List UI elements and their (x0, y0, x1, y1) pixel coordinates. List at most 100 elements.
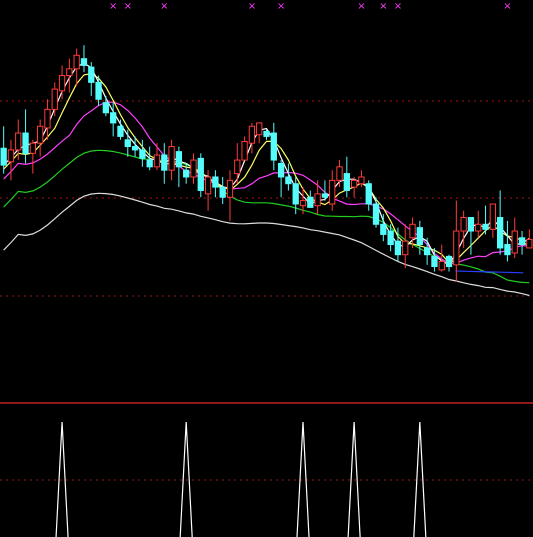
candle-37 (270, 122, 277, 171)
candle-14 (102, 95, 110, 117)
candle-body-41 (299, 200, 307, 207)
signal-marker-5: × (357, 1, 365, 12)
candle-5 (37, 119, 44, 157)
candle-body-10 (73, 54, 80, 70)
candle-body-47 (343, 173, 350, 191)
candle-body-15 (110, 112, 117, 124)
candle-body-55 (402, 240, 409, 256)
signal-marker-2: × (160, 1, 168, 12)
candle-body-52 (380, 223, 387, 235)
candle-body-20 (146, 159, 153, 168)
candle-body-70 (511, 230, 518, 254)
candle-33 (241, 136, 248, 161)
signal-marker-8: × (503, 1, 511, 12)
candle-body-69 (504, 244, 511, 256)
signal-marker-0: × (109, 1, 117, 12)
candle-65 (475, 210, 482, 238)
ma-long-line (3, 192, 530, 297)
candle-17 (124, 129, 131, 157)
candle-body-37 (270, 132, 277, 161)
candle-53 (387, 224, 394, 252)
candle-30 (219, 176, 226, 204)
candle-7 (51, 82, 58, 117)
candle-body-58 (423, 247, 431, 256)
candle-body-4 (29, 142, 37, 154)
candle-body-29 (212, 176, 219, 188)
chart-stage: × × × × × × × × × (0, 0, 533, 537)
candle-10 (73, 48, 80, 86)
candle-body-11 (80, 58, 88, 66)
candle-body-64 (467, 217, 475, 232)
candle-body-0 (0, 147, 7, 166)
candle-body-8 (58, 75, 66, 92)
candle-body-57 (416, 227, 423, 246)
candle-4 (29, 139, 37, 174)
signal-marker-3: × (248, 1, 256, 12)
candle-body-45 (329, 179, 336, 205)
candle-36 (263, 129, 270, 140)
candle-body-18 (131, 146, 139, 151)
candle-body-33 (241, 140, 248, 161)
candle-body-24 (175, 151, 183, 168)
candle-body-9 (66, 68, 73, 77)
candle-6 (44, 99, 51, 140)
candle-67 (489, 203, 496, 238)
candle-21 (153, 143, 161, 171)
candle-body-40 (292, 183, 299, 205)
candlestick-layer (0, 45, 533, 282)
candle-body-54 (394, 240, 402, 256)
candle-52 (380, 214, 387, 242)
candle-body-12 (88, 66, 95, 83)
candle-body-63 (460, 217, 467, 232)
candle-body-62 (453, 230, 460, 266)
candle-body-17 (124, 139, 131, 148)
candle-body-1 (7, 149, 15, 163)
candle-71 (518, 231, 526, 255)
candle-body-7 (51, 88, 58, 110)
candle-body-39 (285, 176, 292, 185)
candle-68 (496, 190, 504, 255)
candle-body-67 (489, 203, 496, 230)
candle-body-65 (475, 223, 482, 232)
signal-marker-4: × (277, 1, 285, 12)
candle-11 (80, 45, 88, 73)
candle-31 (226, 170, 234, 221)
candle-24 (175, 146, 183, 188)
candle-29 (212, 170, 219, 198)
candle-body-5 (37, 125, 44, 144)
candle-body-44 (321, 193, 329, 198)
candle-body-28 (204, 176, 212, 195)
candle-body-51 (372, 203, 380, 225)
candle-48 (350, 176, 358, 198)
ma-white-line (3, 62, 530, 266)
candle-43 (314, 180, 321, 215)
candle-39 (285, 163, 292, 191)
candle-50 (365, 180, 372, 211)
candle-8 (58, 65, 66, 100)
candle-body-30 (219, 186, 226, 198)
signal-marker-layer: × × × × × × × × × (109, 1, 512, 12)
candle-66 (482, 205, 489, 235)
candle-body-22 (161, 154, 168, 171)
candle-62 (453, 200, 460, 282)
ma-magenta-line (3, 101, 530, 264)
signal-marker-1: × (124, 1, 132, 12)
candle-body-34 (248, 125, 256, 144)
candle-body-49 (358, 176, 365, 185)
candle-72 (526, 229, 533, 249)
candle-55 (402, 224, 409, 269)
candle-body-61 (445, 255, 453, 268)
candle-64 (467, 217, 475, 255)
candle-body-36 (263, 130, 270, 137)
candle-35 (256, 122, 263, 144)
candle-70 (511, 217, 518, 259)
candle-3 (22, 109, 29, 164)
ma-yellow-line (3, 72, 530, 264)
candle-body-32 (234, 159, 241, 175)
candle-69 (504, 220, 511, 262)
candle-body-38 (277, 162, 285, 178)
candle-body-19 (139, 149, 146, 159)
candle-body-42 (307, 196, 314, 208)
candle-9 (66, 58, 73, 93)
candle-26 (190, 153, 197, 184)
